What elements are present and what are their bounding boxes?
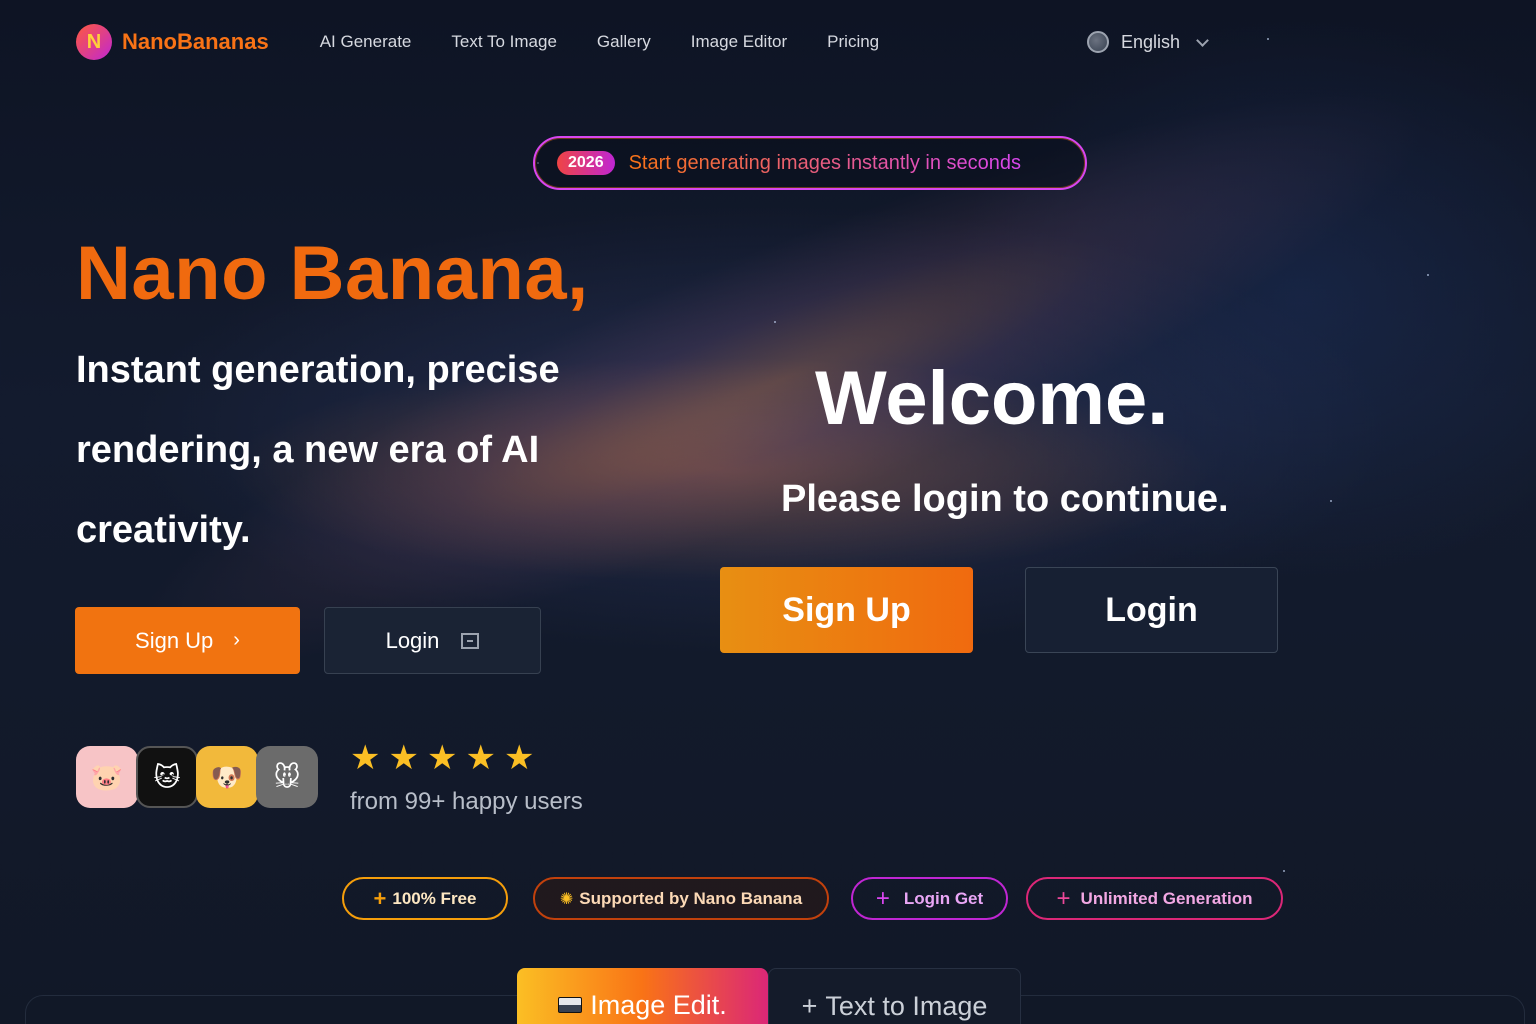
hero-subtitle: Instant generation, precise rendering, a…: [76, 349, 560, 551]
nav-link-image-editor[interactable]: Image Editor: [691, 32, 787, 52]
announcement-badge[interactable]: 2026 Start generating images instantly i…: [533, 136, 1087, 190]
chevron-right-icon: ›: [233, 629, 240, 651]
tab-image-edit-label: Image Edit.: [590, 990, 727, 1020]
hero-login-button[interactable]: Login: [324, 607, 541, 674]
pill-unlimited: + Unlimited Generation: [1026, 877, 1283, 920]
welcome-login-button[interactable]: Login: [1025, 567, 1278, 653]
avatar-dog: 🐶: [196, 746, 258, 808]
tab-image-edit[interactable]: Image Edit.: [517, 968, 768, 1024]
year-tag: 2026: [557, 151, 615, 175]
hero-signup-button[interactable]: Sign Up ›: [75, 607, 300, 674]
top-navbar: N NanoBananas AI Generate Text To Image …: [76, 22, 1536, 62]
plus-icon: +: [801, 991, 818, 1021]
star-dot: [1427, 274, 1429, 276]
star-dot: [1330, 500, 1332, 502]
star-icon: ★: [503, 739, 535, 777]
pill-login-get[interactable]: + Login Get: [851, 877, 1008, 920]
star-icon: ★: [465, 739, 496, 777]
star-dot: [1283, 870, 1285, 872]
language-selector[interactable]: English: [1087, 31, 1209, 53]
user-avatars: 🐷 🐱 🐶 🐭: [76, 746, 318, 808]
nav-link-gallery[interactable]: Gallery: [597, 32, 651, 52]
pill-supported-label: Supported by Nano Banana: [579, 888, 803, 908]
star-icon: ★: [388, 739, 419, 777]
hero-title: Nano Banana,: [76, 231, 589, 316]
pill-free-label: 100% Free: [392, 888, 477, 908]
welcome-signup-button[interactable]: Sign Up: [720, 567, 973, 653]
plus-icon: +: [1056, 884, 1071, 912]
welcome-title: Welcome.: [815, 356, 1169, 441]
hero-login-label: Login: [385, 627, 440, 653]
plus-icon: +: [875, 884, 890, 912]
language-label: English: [1121, 31, 1181, 52]
image-icon: [558, 997, 583, 1013]
tab-text-to-image-label: Text to Image: [825, 991, 988, 1021]
login-prompt: Please login to continue.: [781, 478, 1229, 520]
pill-free: + 100% Free: [342, 877, 508, 920]
happy-users-text: from 99+ happy users: [350, 788, 583, 815]
login-box-icon: [461, 632, 480, 649]
logo-icon: N: [76, 24, 112, 60]
rating-stars: ★ ★ ★ ★ ★: [350, 741, 534, 775]
brand-logo[interactable]: N NanoBananas: [76, 24, 269, 60]
hero-signup-label: Sign Up: [135, 627, 214, 653]
brand-name: NanoBananas: [122, 29, 269, 54]
chevron-down-icon: [1196, 33, 1209, 47]
avatar-cat: 🐱: [136, 746, 198, 808]
avatar-mouse: 🐭: [256, 746, 318, 808]
badge-text: Start generating images instantly in sec…: [628, 151, 1022, 174]
globe-icon: [1087, 31, 1109, 53]
pill-login-get-label: Login Get: [903, 888, 984, 908]
pill-supported: ✺ Supported by Nano Banana: [533, 877, 829, 920]
star-icon: ★: [426, 739, 458, 777]
star-dot: [774, 321, 776, 323]
nav-links: AI Generate Text To Image Gallery Image …: [320, 32, 879, 52]
sparkle-icon: ✺: [559, 890, 574, 908]
star-icon: ★: [350, 739, 381, 777]
plus-icon: +: [373, 885, 387, 911]
nav-link-pricing[interactable]: Pricing: [827, 32, 879, 52]
tab-text-to-image[interactable]: + Text to Image: [768, 968, 1021, 1024]
nav-link-ai-generate[interactable]: AI Generate: [320, 32, 412, 52]
pill-unlimited-label: Unlimited Generation: [1080, 888, 1253, 908]
avatar-pig: 🐷: [76, 746, 138, 808]
nav-link-text-to-image[interactable]: Text To Image: [451, 32, 557, 52]
